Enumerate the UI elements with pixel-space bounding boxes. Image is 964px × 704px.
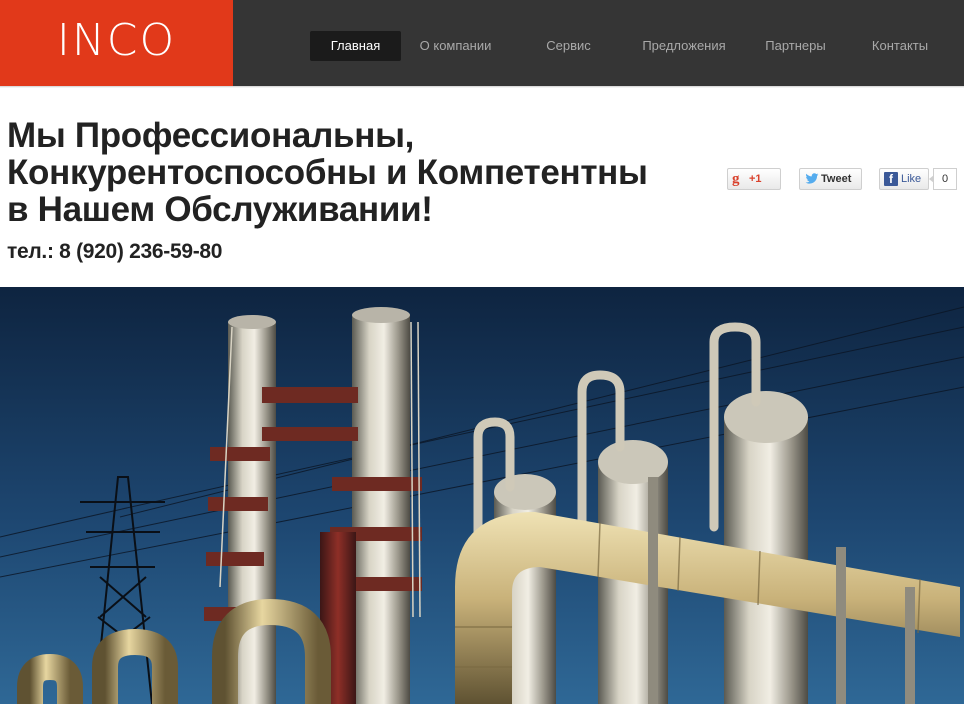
site-header: INCO Главная О компании Сервис Предложен… [0, 0, 964, 86]
phone-number: тел.: 8 (920) 236-59-80 [7, 240, 223, 263]
nav-item-contacts[interactable]: Контакты [850, 31, 950, 61]
facebook-like-button[interactable]: f Like [879, 168, 929, 190]
social-buttons: g +1 Tweet f Like [0, 168, 964, 190]
tweet-label: Tweet [821, 173, 852, 185]
twitter-bird-icon [805, 173, 819, 184]
nav-item-offers[interactable]: Предложения [627, 31, 741, 61]
gplus-label: +1 [749, 173, 762, 185]
hero-image [0, 287, 964, 704]
main-nav: Главная О компании Сервис Предложения Па… [310, 31, 950, 61]
like-count: 0 [929, 168, 957, 190]
like-label: Like [901, 173, 922, 185]
headline-line-3: в Нашем Обслуживании! [7, 190, 433, 229]
logo-text: INCO [56, 15, 177, 66]
tweet-button[interactable]: Tweet [799, 168, 862, 190]
headline-line-1: Мы Профессиональны, [7, 116, 415, 155]
google-plus-button[interactable]: g +1 [727, 168, 781, 190]
nav-item-partners[interactable]: Партнеры [741, 31, 850, 61]
facebook-icon: f [884, 172, 898, 186]
refinery-illustration [0, 287, 964, 704]
nav-item-home[interactable]: Главная [310, 31, 401, 61]
google-icon: g [732, 171, 740, 187]
nav-item-service[interactable]: Сервис [510, 31, 627, 61]
logo[interactable]: INCO [0, 0, 233, 86]
header-divider [0, 86, 964, 88]
nav-item-about[interactable]: О компании [401, 31, 510, 61]
